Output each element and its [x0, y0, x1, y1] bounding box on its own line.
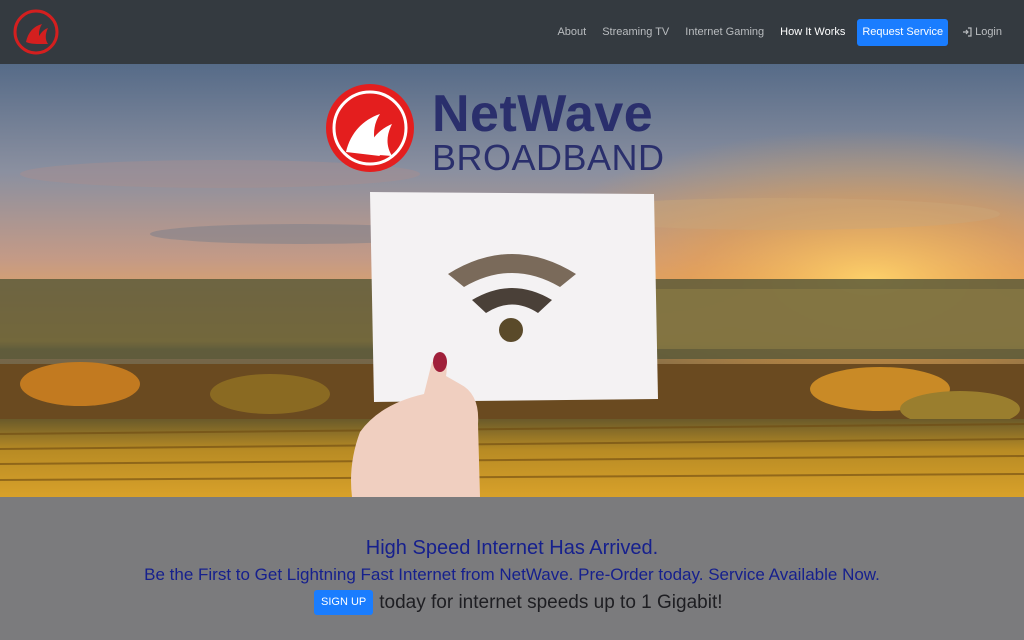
- nav-links: About Streaming TV Internet Gaming How I…: [549, 18, 1010, 46]
- request-service-button[interactable]: Request Service: [857, 18, 949, 46]
- netwave-hero-logo: [326, 84, 414, 172]
- nav-link-how-it-works[interactable]: How It Works: [772, 26, 853, 38]
- headline: High Speed Internet Has Arrived.: [365, 537, 659, 559]
- login-link[interactable]: Login: [954, 26, 1010, 38]
- netwave-logo-icon[interactable]: [12, 8, 60, 56]
- cta-row: SIGN UP today for internet speeds up to …: [314, 590, 723, 615]
- login-label: Login: [975, 26, 1002, 38]
- brand-name: NetWave: [432, 85, 654, 143]
- nav-link-streaming-tv[interactable]: Streaming TV: [594, 26, 677, 38]
- sign-up-button[interactable]: SIGN UP: [314, 590, 374, 615]
- cta-text: today for internet speeds up to 1 Gigabi…: [379, 591, 723, 613]
- subheadline: Be the First to Get Lightning Fast Inter…: [144, 565, 880, 584]
- nav-link-internet-gaming[interactable]: Internet Gaming: [677, 26, 772, 38]
- login-icon: [963, 27, 972, 37]
- brand-subtitle: BROADBAND: [432, 137, 665, 178]
- nav-link-about[interactable]: About: [549, 26, 594, 38]
- navbar: About Streaming TV Internet Gaming How I…: [0, 0, 1024, 64]
- hero-banner: NetWave BROADBAND: [0, 64, 1024, 497]
